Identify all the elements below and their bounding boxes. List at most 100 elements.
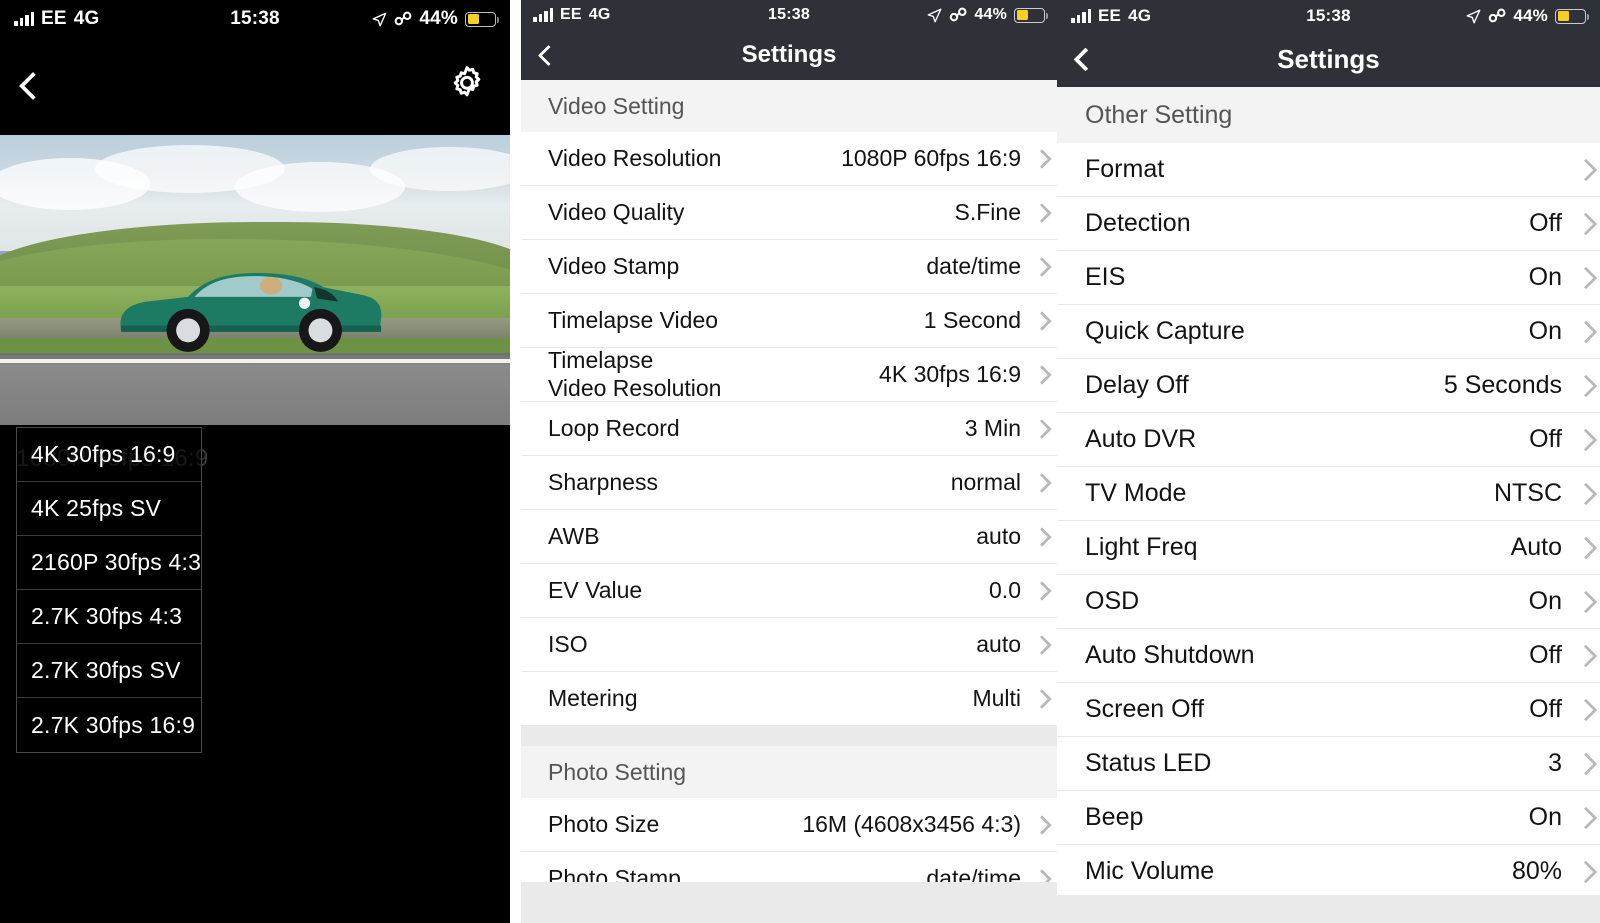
setting-row-metering[interactable]: Metering Multi — [521, 672, 1057, 726]
setting-row-video-resolution[interactable]: Video Resolution 1080P 60fps 16:9 — [521, 132, 1057, 186]
network-type-label: 4G — [588, 6, 611, 23]
row-value: 3 Min — [964, 415, 1021, 441]
screenshot-root: EE 4G 15:38 ☍ 44% 4K 30fps 16:9 4K 25fps… — [0, 0, 1600, 923]
chevron-right-icon — [1574, 212, 1598, 235]
row-label: Timelapse Video — [548, 306, 719, 333]
row-label: Video Quality — [548, 198, 685, 225]
row-value: On — [1528, 317, 1562, 345]
status-bar-left: EE 4G — [1071, 6, 1151, 26]
carrier-label: EE — [560, 6, 582, 23]
status-bar-camera: EE 4G 15:38 ☍ 44% — [0, 0, 510, 38]
camera-settings-button[interactable] — [446, 62, 488, 104]
bluetooth-icon: ☍ — [948, 5, 968, 25]
camera-back-button[interactable] — [12, 60, 54, 112]
resolution-option[interactable]: 2.7K 30fps 16:9 — [17, 698, 201, 752]
signal-bars-icon — [14, 11, 34, 26]
row-label: Auto Shutdown — [1085, 640, 1255, 669]
setting-row-video-quality[interactable]: Video Quality S.Fine — [521, 186, 1057, 240]
row-label: Status LED — [1085, 748, 1212, 777]
setting-row-awb[interactable]: AWB auto — [521, 510, 1057, 564]
resolution-option[interactable]: 4K 25fps SV — [17, 482, 201, 536]
setting-row-video-stamp[interactable]: Video Stamp date/time — [521, 240, 1057, 294]
setting-row-timelapse-video[interactable]: Timelapse Video 1 Second — [521, 294, 1057, 348]
battery-percent-label: 44% — [419, 8, 458, 29]
bluetooth-icon: ☍ — [1487, 6, 1507, 26]
row-value: On — [1528, 803, 1562, 831]
row-value: normal — [950, 469, 1021, 495]
chevron-right-icon — [1574, 806, 1598, 829]
nav-back-button[interactable] — [537, 30, 560, 80]
setting-row-photo-size[interactable]: Photo Size 16M (4608x3456 4:3) — [521, 798, 1057, 852]
row-label: Screen Off — [1085, 694, 1205, 723]
setting-row-format[interactable]: Format — [1057, 143, 1600, 197]
status-bar-other-settings: EE 4G 15:38 ☍ 44% — [1057, 0, 1600, 32]
row-value: 16M (4608x3456 4:3) — [802, 811, 1021, 837]
resolution-option[interactable]: 4K 30fps 16:9 — [17, 428, 201, 482]
network-type-label: 4G — [73, 8, 100, 29]
chevron-right-icon — [1574, 644, 1598, 667]
setting-row-loop-record[interactable]: Loop Record 3 Min — [521, 402, 1057, 456]
bottom-safe-area — [1057, 895, 1600, 923]
row-value: 3 — [1548, 749, 1562, 777]
setting-row-detection[interactable]: Detection Off — [1057, 197, 1600, 251]
row-label: Delay Off — [1085, 370, 1189, 399]
chevron-right-icon — [1032, 814, 1052, 835]
setting-row-beep[interactable]: Beep On — [1057, 791, 1600, 845]
setting-row-ev-value[interactable]: EV Value 0.0 — [521, 564, 1057, 618]
chevron-right-icon — [1032, 688, 1052, 709]
resolution-option[interactable]: 2.7K 30fps SV — [17, 644, 201, 698]
row-label: OSD — [1085, 586, 1140, 615]
setting-row-delay-off[interactable]: Delay Off 5 Seconds — [1057, 359, 1600, 413]
nav-back-button[interactable] — [1073, 32, 1098, 87]
network-type-label: 4G — [1128, 6, 1152, 25]
row-value: date/time — [926, 253, 1021, 279]
video-settings-nav-bar: Settings — [521, 30, 1057, 80]
section-gap — [521, 726, 1057, 746]
chevron-right-icon — [1032, 580, 1052, 601]
battery-status-icon — [1555, 8, 1589, 24]
gear-icon — [453, 66, 481, 97]
setting-row-timelapse-video-resolution[interactable]: Timelapse Video Resolution 4K 30fps 16:9 — [521, 347, 1057, 402]
chevron-right-icon — [1574, 860, 1598, 883]
battery-percent-label: 44% — [1513, 6, 1548, 25]
setting-row-mic-volume[interactable]: Mic Volume 80% — [1057, 845, 1600, 899]
setting-row-eis[interactable]: EIS On — [1057, 251, 1600, 305]
row-label: Auto DVR — [1085, 424, 1197, 453]
setting-row-screen-off[interactable]: Screen Off Off — [1057, 683, 1600, 737]
chevron-right-icon — [1032, 634, 1052, 655]
resolution-option[interactable]: 2.7K 30fps 4:3 — [17, 590, 201, 644]
section-header-photo-setting: Photo Setting — [521, 746, 1057, 798]
row-label: EV Value — [548, 576, 643, 603]
setting-row-light-freq[interactable]: Light Freq Auto — [1057, 521, 1600, 575]
setting-row-osd[interactable]: OSD On — [1057, 575, 1600, 629]
camera-top-bar — [0, 38, 510, 135]
resolution-dropdown-menu[interactable]: 4K 30fps 16:9 4K 25fps SV 2160P 30fps 4:… — [16, 427, 202, 753]
row-label: Quick Capture — [1085, 316, 1245, 345]
setting-row-tv-mode[interactable]: TV Mode NTSC — [1057, 467, 1600, 521]
signal-bars-icon — [1071, 8, 1091, 23]
setting-row-auto-shutdown[interactable]: Auto Shutdown Off — [1057, 629, 1600, 683]
other-settings-panel: EE 4G 15:38 ☍ 44% Settings Other Setting — [1057, 0, 1600, 923]
setting-row-quick-capture[interactable]: Quick Capture On — [1057, 305, 1600, 359]
row-value: 0.0 — [989, 577, 1021, 603]
setting-row-iso[interactable]: ISO auto — [521, 618, 1057, 672]
chevron-right-icon — [1574, 482, 1598, 505]
row-value: Auto — [1510, 533, 1562, 561]
row-value: S.Fine — [954, 199, 1021, 225]
row-value: On — [1528, 263, 1562, 291]
battery-percent-label: 44% — [974, 6, 1007, 23]
chevron-right-icon — [1574, 374, 1598, 397]
setting-row-status-led[interactable]: Status LED 3 — [1057, 737, 1600, 791]
row-label: EIS — [1085, 262, 1126, 291]
row-value: 4K 30fps 16:9 — [879, 361, 1021, 387]
camera-viewfinder[interactable] — [0, 135, 510, 425]
location-arrow-icon — [927, 8, 942, 22]
carrier-label: EE — [41, 8, 67, 29]
setting-row-auto-dvr[interactable]: Auto DVR Off — [1057, 413, 1600, 467]
camera-panel: EE 4G 15:38 ☍ 44% 4K 30fps 16:9 4K 25fps… — [0, 0, 510, 923]
resolution-option[interactable]: 2160P 30fps 4:3 — [17, 536, 201, 590]
chevron-right-icon — [1032, 472, 1052, 493]
location-arrow-icon — [372, 12, 387, 26]
setting-row-sharpness[interactable]: Sharpness normal — [521, 456, 1057, 510]
row-value: On — [1528, 587, 1562, 615]
